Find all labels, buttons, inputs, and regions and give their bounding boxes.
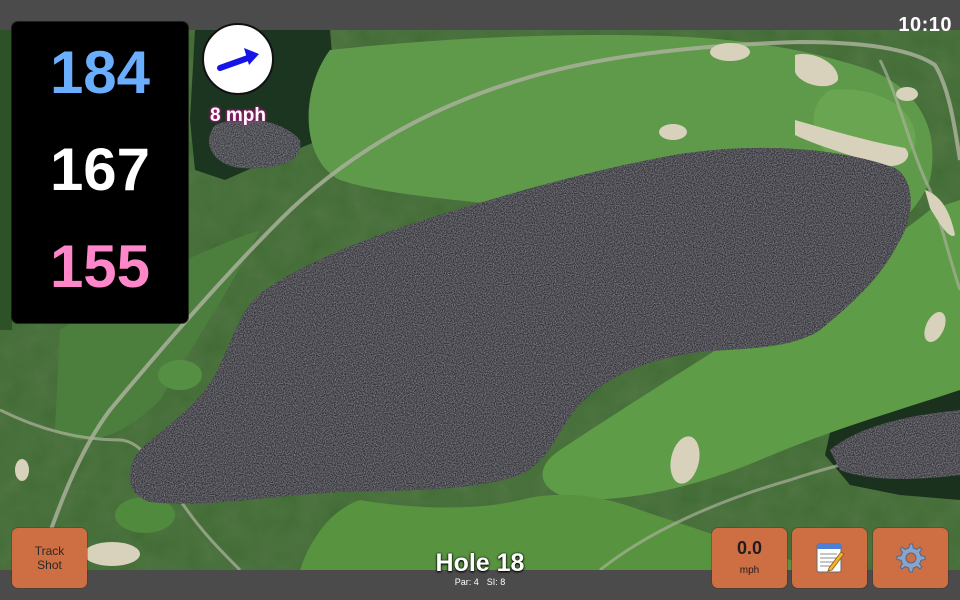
distance-back-of-green: 184 bbox=[49, 39, 151, 106]
track-shot-button[interactable]: Track Shot bbox=[12, 528, 87, 588]
speed-value: 0.0 bbox=[736, 538, 763, 558]
gear-icon bbox=[896, 543, 926, 573]
hole-par: Par: 4 bbox=[454, 577, 479, 587]
hole-title: Hole 18 bbox=[435, 549, 525, 577]
track-shot-label-line1: Track bbox=[34, 544, 65, 558]
status-clock: 10:10 bbox=[898, 14, 952, 36]
distance-front-of-green: 155 bbox=[49, 233, 151, 300]
hole-stroke-index: SI: 8 bbox=[486, 577, 506, 587]
distance-middle-of-green: 167 bbox=[49, 136, 151, 203]
bunker bbox=[710, 43, 750, 61]
speed-button[interactable]: 0.0 mph bbox=[712, 528, 787, 588]
notes-button[interactable] bbox=[792, 528, 867, 588]
track-shot-label-line2: Shot bbox=[37, 558, 62, 572]
wind-speed-label: 8 mph bbox=[210, 105, 266, 126]
speed-unit: mph bbox=[739, 565, 760, 576]
wind-direction-arrow-icon bbox=[217, 48, 259, 71]
distance-panel: 184 167 155 bbox=[12, 22, 188, 323]
track-shot-label: Track Shot bbox=[12, 544, 87, 572]
hole-info: Par: 4 SI: 8 bbox=[380, 577, 580, 587]
golf-gps-screen: 10:10 184 167 155 8 mph Track Shot Hole … bbox=[0, 0, 960, 600]
notepad-icon bbox=[816, 543, 845, 573]
settings-button[interactable] bbox=[873, 528, 948, 588]
wind-direction-dial bbox=[202, 23, 274, 95]
